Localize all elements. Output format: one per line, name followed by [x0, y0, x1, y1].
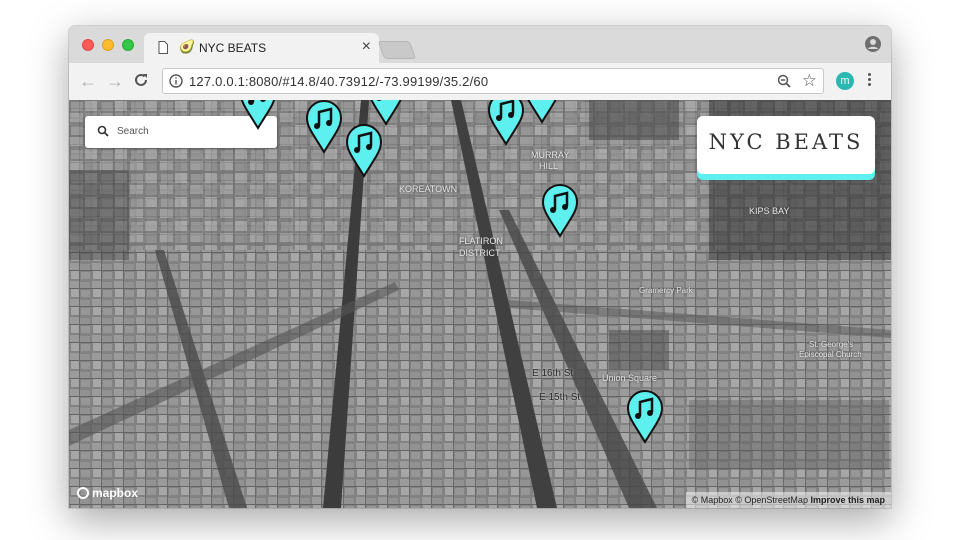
attribution-copyright[interactable]: © Mapbox © OpenStreetMap: [692, 495, 808, 505]
mapbox-logo[interactable]: mapbox: [77, 486, 138, 500]
music-note-icon[interactable]: [305, 100, 343, 154]
music-note-icon[interactable]: [345, 124, 383, 178]
profile-icon[interactable]: [865, 36, 881, 52]
info-icon[interactable]: [169, 74, 183, 88]
map-view[interactable]: Search NYC BEATS KOREATOWN FLATIRON DIST…: [69, 100, 891, 508]
music-note-icon[interactable]: [523, 100, 561, 124]
music-note-icon[interactable]: [239, 100, 277, 130]
tab-strip: 🥑 NYC BEATS ×: [69, 26, 891, 63]
brand-title: NYC BEATS: [708, 130, 864, 154]
label-district: DISTRICT: [459, 248, 501, 258]
page-icon: [158, 41, 168, 54]
label-e15th: E 15th St: [539, 392, 581, 403]
improve-map-link[interactable]: Improve this map: [810, 495, 885, 505]
music-note-icon[interactable]: [626, 390, 664, 444]
search-placeholder: Search: [117, 126, 149, 137]
music-note-icon[interactable]: [487, 100, 525, 146]
close-window-button[interactable]: [82, 39, 94, 51]
minimize-window-button[interactable]: [102, 39, 114, 51]
maximize-window-button[interactable]: [122, 39, 134, 51]
brand-card: NYC BEATS: [697, 116, 875, 174]
label-union-square: Union Square: [602, 373, 658, 383]
music-note-icon[interactable]: [541, 184, 579, 238]
label-e16th: E 16th St: [532, 368, 574, 379]
bookmark-star-icon[interactable]: ☆: [802, 71, 817, 91]
label-hill: HILL: [539, 161, 559, 171]
url-text[interactable]: 127.0.0.1:8080/#14.8/40.73912/-73.99199/…: [189, 74, 488, 89]
reload-icon[interactable]: [133, 72, 149, 88]
label-koreatown: KOREATOWN: [399, 184, 458, 194]
map-attribution: © Mapbox © OpenStreetMap Improve this ma…: [685, 492, 891, 508]
label-st-georges: St. George's: [809, 340, 854, 349]
browser-window: 🥑 NYC BEATS × ← → 127.0.0.1:8080/#14.8/4…: [69, 26, 891, 508]
label-flatiron: FLATIRON: [459, 236, 503, 246]
address-bar[interactable]: 127.0.0.1:8080/#14.8/40.73912/-73.99199/…: [162, 68, 824, 94]
mapbox-text: mapbox: [92, 486, 139, 500]
close-tab-icon[interactable]: ×: [362, 38, 371, 56]
new-tab-button[interactable]: [377, 41, 417, 59]
back-arrow-icon[interactable]: ←: [79, 71, 97, 91]
search-icon: [97, 125, 109, 137]
label-murray: MURRAY: [531, 150, 570, 160]
kebab-menu-icon[interactable]: [866, 71, 872, 88]
zoom-out-icon[interactable]: [777, 74, 791, 88]
avocado-icon: 🥑: [179, 39, 196, 54]
browser-toolbar: ← → 127.0.0.1:8080/#14.8/40.73912/-73.99…: [69, 63, 891, 101]
extension-icon[interactable]: m: [836, 72, 854, 90]
label-episcopal-church: Episcopal Church: [799, 350, 862, 359]
label-gramercy-park: Gramercy Park: [639, 286, 693, 295]
tab-title: NYC BEATS: [199, 41, 267, 55]
mapbox-icon: [77, 487, 89, 499]
tab-nyc-beats[interactable]: 🥑 NYC BEATS ×: [144, 33, 379, 63]
forward-arrow-icon[interactable]: →: [106, 71, 124, 91]
label-kips-bay: KIPS BAY: [749, 206, 790, 216]
music-note-icon[interactable]: [367, 100, 405, 126]
